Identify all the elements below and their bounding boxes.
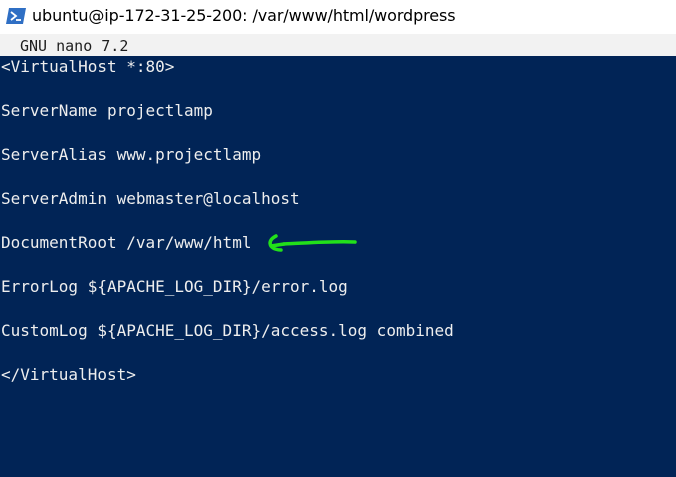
nano-header-bar: GNU nano 7.2	[0, 34, 676, 56]
nano-version-label: GNU nano 7.2	[20, 37, 129, 55]
editor-line-virtualhost-close[interactable]: </VirtualHost>	[1, 365, 136, 385]
editor-line-errorlog[interactable]: ErrorLog ${APACHE_LOG_DIR}/error.log	[1, 277, 348, 297]
editor-line-customlog[interactable]: CustomLog ${APACHE_LOG_DIR}/access.log c…	[1, 321, 454, 341]
window-titlebar[interactable]: ubuntu@ip-172-31-25-200: /var/www/html/w…	[0, 0, 676, 34]
editor-line-virtualhost-open[interactable]: <VirtualHost *:80>	[1, 57, 174, 77]
editor-line-serveralias[interactable]: ServerAlias www.projectlamp	[1, 145, 261, 165]
green-arrow-icon	[268, 234, 357, 252]
powershell-icon	[6, 8, 26, 24]
editor-line-documentroot[interactable]: DocumentRoot /var/www/html	[1, 233, 251, 253]
window-title: ubuntu@ip-172-31-25-200: /var/www/html/w…	[32, 6, 456, 25]
editor-line-serveradmin[interactable]: ServerAdmin webmaster@localhost	[1, 189, 300, 209]
editor-line-servername[interactable]: ServerName projectlamp	[1, 101, 213, 121]
terminal-area[interactable]: GNU nano 7.2 <VirtualHost *:80> ServerNa…	[0, 34, 676, 477]
